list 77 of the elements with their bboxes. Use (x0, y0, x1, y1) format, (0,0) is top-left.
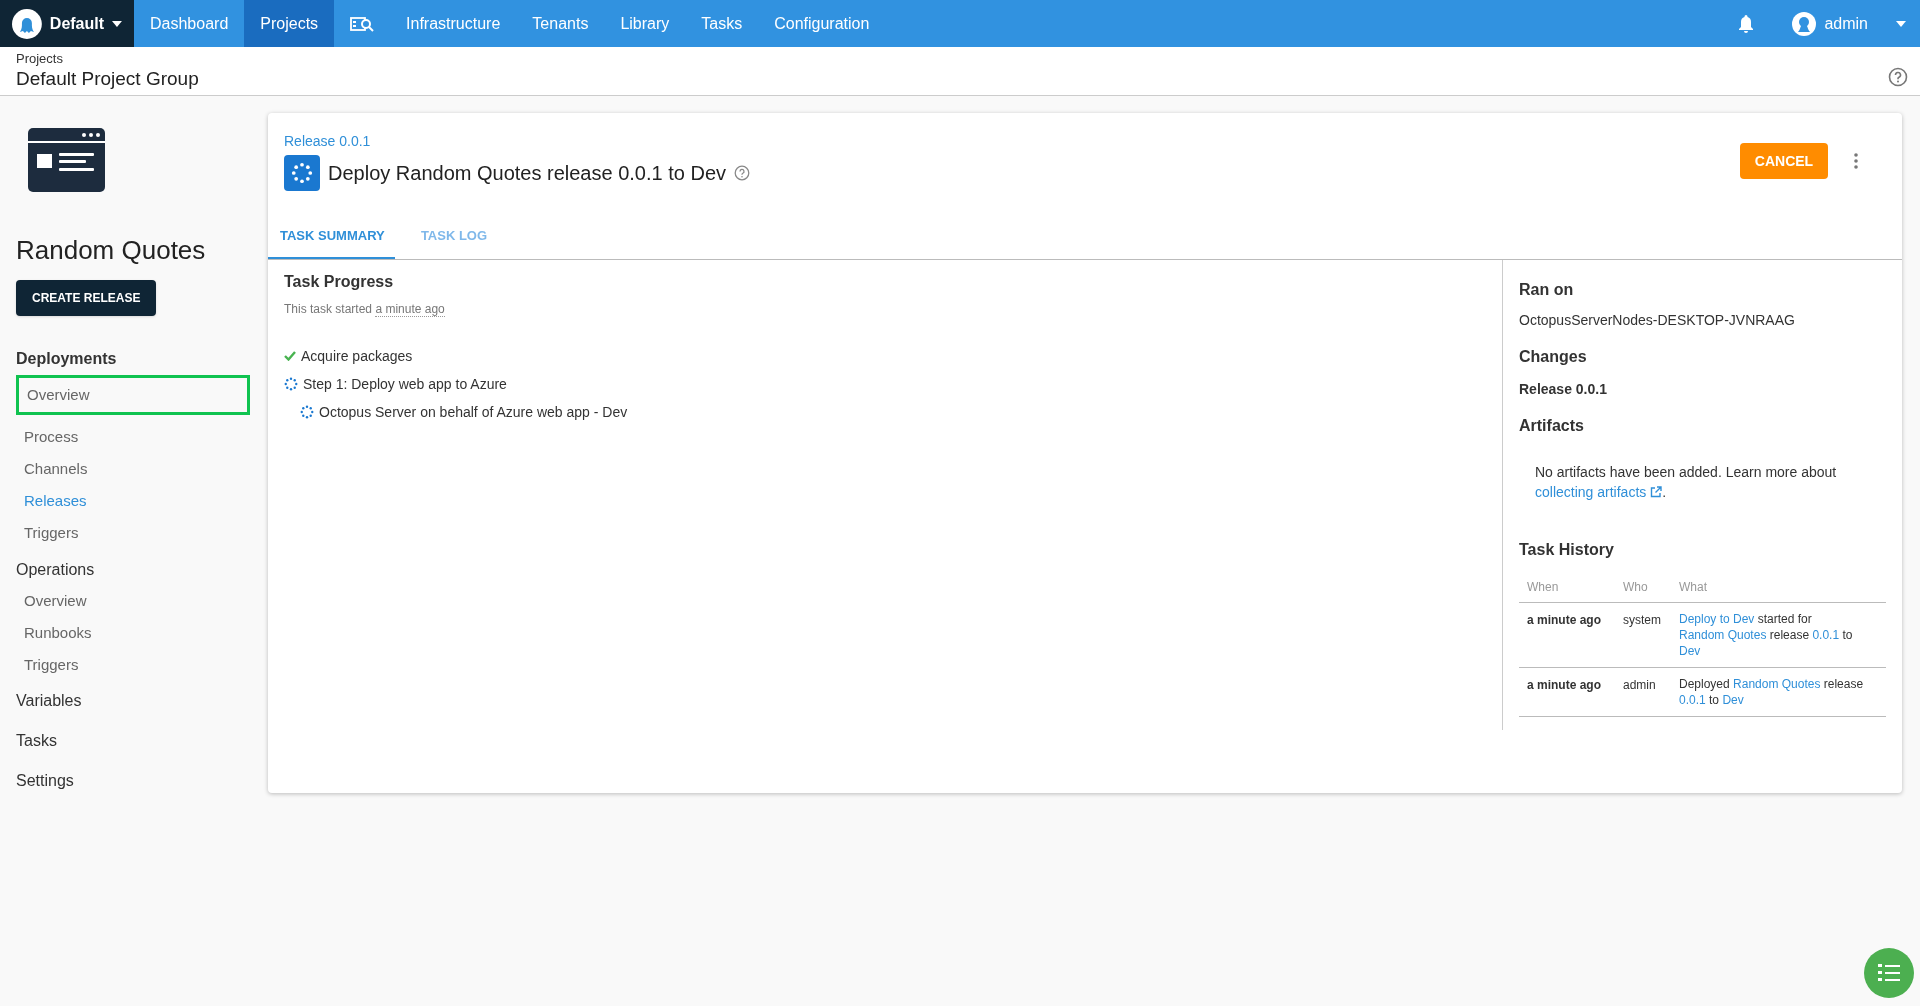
sidebar-item[interactable]: Channels (16, 453, 252, 485)
history-link[interactable]: Random Quotes (1733, 676, 1821, 691)
section-heading: Changes (1519, 347, 1588, 367)
notifications-bell-icon[interactable] (1738, 14, 1755, 33)
nav-section[interactable]: Deployments (16, 344, 252, 374)
release-name: Release 0.0.1 (1519, 380, 1608, 399)
section-heading: Ran on (1519, 280, 1575, 300)
sidebar-item[interactable]: Overview (16, 375, 250, 415)
table-cell: admin (1615, 667, 1671, 716)
user-menu[interactable]: admin (1792, 0, 1920, 47)
column-header: What (1671, 572, 1886, 602)
create-release-button[interactable]: CREATE RELEASE (16, 280, 157, 316)
nav-tab[interactable]: Projects (244, 0, 335, 47)
history-link[interactable]: 0.0.1 (1812, 627, 1840, 642)
step-label: Octopus Server on behalf of Azure web app - Dev (319, 402, 628, 422)
table-cell: a minute ago (1519, 667, 1615, 716)
server-name: OctopusServerNodes-DESKTOP-JVNRAAG (1519, 311, 1796, 330)
sidebar-item[interactable]: Process (16, 421, 252, 453)
spinner-icon (300, 405, 314, 419)
deploy-status-icon (284, 155, 320, 191)
section-heading: Task History (1519, 540, 1615, 560)
page-title: Default Project Group (16, 67, 199, 91)
numbered-list-icon (1878, 963, 1900, 983)
project-logo-icon (28, 128, 105, 192)
column-header: When (1519, 572, 1615, 602)
help-icon[interactable] (734, 165, 750, 181)
artifacts-text: No artifacts have been added. Learn more about collecting artifacts . (1534, 463, 1838, 502)
sidebar-item[interactable]: Releases (16, 485, 252, 517)
release-link[interactable]: Release 0.0.1 (284, 131, 750, 152)
table-cell: Deploy to Dev started for Random Quotes release 0.0.1 to Dev (1671, 602, 1886, 667)
sidebar-item[interactable]: Triggers (16, 517, 252, 549)
tab[interactable]: TASK SUMMARY (268, 215, 395, 259)
cancel-button[interactable]: CANCEL (1740, 143, 1828, 179)
task-list-button[interactable] (1864, 948, 1914, 998)
nav-tab[interactable]: Tasks (685, 0, 759, 47)
sidebar-item[interactable]: Runbooks (16, 617, 252, 649)
tab[interactable]: TASK LOG (395, 215, 513, 259)
nav-tab[interactable]: Dashboard (134, 0, 245, 47)
task-started-text: This task started a minute ago (284, 301, 446, 318)
caret-icon (112, 20, 122, 27)
step-label: Step 1: Deploy web app to Azure (303, 374, 507, 394)
history-link[interactable]: Deploy to Dev (1679, 611, 1755, 626)
table-cell: Deployed Random Quotes release 0.0.1 to Dev (1671, 667, 1886, 716)
more-options-icon[interactable] (1854, 153, 1858, 169)
sidebar-item[interactable]: Triggers (16, 649, 252, 681)
nav-section[interactable]: Variables (16, 681, 252, 721)
space-switcher[interactable]: Default (0, 0, 134, 47)
help-icon[interactable] (1888, 67, 1908, 87)
nav-section[interactable]: Tasks (16, 721, 252, 761)
external-link-icon (1650, 486, 1663, 498)
history-link[interactable]: 0.0.1 (1679, 692, 1706, 707)
section-heading: Task Progress (284, 272, 395, 292)
section-heading: Artifacts (1519, 416, 1585, 436)
search-machine-icon (350, 15, 375, 32)
column-header: Who (1615, 572, 1671, 602)
nav-tab[interactable]: Configuration (758, 0, 886, 47)
docs-link[interactable]: collecting artifacts (1535, 484, 1663, 500)
caret-icon (1896, 20, 1906, 27)
sidebar-item[interactable]: Overview (16, 585, 252, 617)
nav-section[interactable]: Operations (16, 555, 252, 585)
checkmark-icon (284, 351, 296, 361)
history-link[interactable]: Dev (1722, 692, 1744, 707)
nav-tab[interactable]: Library (604, 0, 686, 47)
history-link[interactable]: Dev (1679, 643, 1701, 658)
table-cell: a minute ago (1519, 602, 1615, 667)
user-avatar-icon (1792, 11, 1817, 36)
nav-section[interactable]: Settings (16, 761, 252, 801)
project-name: Random Quotes (16, 234, 207, 267)
nav-tab[interactable]: Tenants (516, 0, 605, 47)
octopus-logo-icon (12, 8, 42, 39)
breadcrumb-link[interactable]: Projects (16, 51, 199, 68)
task-title: Deploy Random Quotes release 0.0.1 to Dev (328, 161, 726, 186)
step-label: Acquire packages (301, 346, 413, 366)
spinner-icon (284, 377, 298, 391)
table-cell: system (1615, 602, 1671, 667)
nav-tab[interactable]: Infrastructure (390, 0, 517, 47)
history-link[interactable]: Random Quotes (1679, 627, 1767, 642)
